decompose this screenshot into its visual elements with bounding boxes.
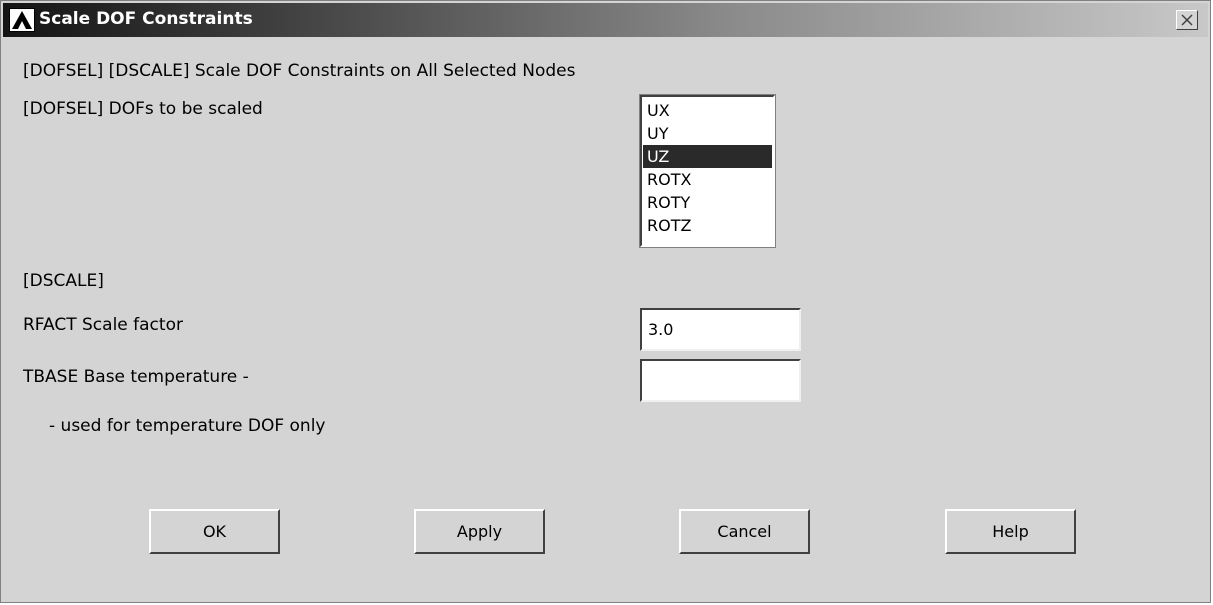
dscale-section-label: [DSCALE] (23, 271, 104, 291)
close-button[interactable] (1176, 10, 1198, 30)
rfact-field[interactable]: 3.0 (640, 308, 801, 351)
scale-dof-dialog: Scale DOF Constraints [DOFSEL] [DSCALE] … (0, 0, 1211, 603)
close-icon (1181, 14, 1193, 26)
dialog-header-label: [DOFSEL] [DSCALE] Scale DOF Constraints … (23, 61, 576, 81)
ansys-logo-icon (9, 8, 35, 32)
dof-list-item-rotx[interactable]: ROTX (643, 168, 772, 191)
rfact-label: RFACT Scale factor (23, 315, 183, 335)
apply-button[interactable]: Apply (414, 509, 545, 554)
dof-list-item-roty[interactable]: ROTY (643, 191, 772, 214)
tbase-note: - used for temperature DOF only (49, 416, 326, 436)
tbase-field[interactable] (640, 359, 801, 402)
dofs-label: [DOFSEL] DOFs to be scaled (23, 99, 263, 119)
dof-list-item-uy[interactable]: UY (643, 122, 772, 145)
tbase-label: TBASE Base temperature - (23, 367, 249, 387)
window-title: Scale DOF Constraints (39, 9, 253, 29)
help-button[interactable]: Help (945, 509, 1076, 554)
dof-list-item-ux[interactable]: UX (643, 99, 772, 122)
ok-button[interactable]: OK (149, 509, 280, 554)
dof-listbox[interactable]: UX UY UZ ROTX ROTY ROTZ (639, 94, 776, 248)
dof-list-item-rotz[interactable]: ROTZ (643, 214, 772, 237)
dof-list-item-uz[interactable]: UZ (643, 145, 772, 168)
cancel-button[interactable]: Cancel (679, 509, 810, 554)
title-bar[interactable]: Scale DOF Constraints (3, 3, 1208, 37)
